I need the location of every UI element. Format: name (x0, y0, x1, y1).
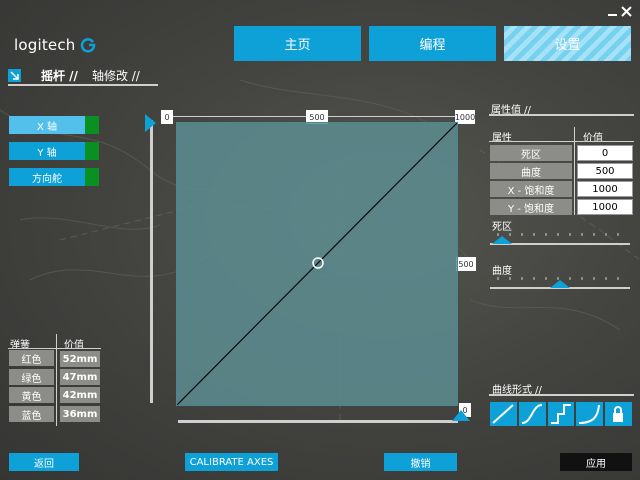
axis-x-label: X 轴 (36, 121, 58, 133)
spring-value: 42mm (60, 387, 100, 403)
back-button[interactable]: 返回 (9, 453, 79, 471)
horizontal-slider-track[interactable] (178, 420, 458, 423)
spring-name: 红色 (9, 350, 54, 366)
tab-settings-label: 设置 (554, 38, 581, 53)
logitech-logo: logitech (14, 36, 96, 54)
logo-text: logitech (14, 36, 76, 54)
calibrate-axes-label: CALIBRATE AXES (189, 456, 274, 468)
back-button-label: 返回 (34, 458, 54, 470)
curve-shape-underline (489, 394, 634, 396)
prop-name: 死区 (490, 145, 572, 161)
prop-name: 曲度 (490, 163, 572, 179)
curve-slider-thumb[interactable] (550, 280, 570, 288)
props-header-underline (489, 141, 634, 142)
spring-row: 绿色 (9, 369, 54, 385)
spring-name: 绿色 (9, 369, 54, 385)
tab-home[interactable]: 主页 (234, 26, 361, 61)
horizontal-slider-marker-icon[interactable] (452, 410, 470, 425)
tab-program-label: 编程 (419, 38, 446, 53)
curve-linear-button[interactable] (490, 402, 517, 426)
axis-rudder-indicator (85, 168, 99, 186)
logitech-g-icon (80, 38, 95, 53)
axis-rudder-label: 方向舵 (32, 173, 62, 185)
deadzone-slider[interactable] (490, 230, 630, 250)
axis-rudder-button[interactable]: 方向舵 (9, 168, 99, 186)
spring-value: 47mm (60, 369, 100, 385)
back-arrow-icon[interactable] (8, 69, 21, 82)
axis-y-label: Y 轴 (37, 147, 57, 159)
undo-button-label: 撤销 (410, 458, 431, 470)
breadcrumb-joystick[interactable]: 摇杆 // (41, 67, 78, 84)
spring-name: 黄色 (9, 387, 54, 403)
vertical-slider-marker-icon[interactable] (145, 114, 157, 135)
apply-button-label: 应用 (586, 458, 606, 470)
springs-divider (56, 334, 57, 426)
spring-value: 36mm (60, 406, 100, 422)
prop-y-saturation-input[interactable]: 1000 (577, 199, 633, 215)
curve-slider[interactable] (490, 274, 630, 294)
spring-row: 黄色 (9, 387, 54, 403)
spring-row: 蓝色 (9, 406, 54, 422)
apply-button[interactable]: 应用 (560, 453, 632, 471)
spring-name: 蓝色 (9, 406, 54, 422)
graph-tick-top-left: 0 (161, 110, 173, 124)
graph-tick-top-right: 1000 (455, 110, 475, 124)
breadcrumb-underline (8, 84, 158, 86)
breadcrumb: 摇杆 // 轴修改 // (8, 67, 140, 84)
curve-exp-button[interactable] (576, 402, 604, 426)
breadcrumb-axis-modify[interactable]: 轴修改 // (92, 67, 140, 84)
axis-x-button[interactable]: X 轴 (9, 116, 99, 134)
axis-x-indicator (85, 116, 99, 134)
calibrate-axes-button[interactable]: CALIBRATE AXES (185, 453, 278, 471)
springs-header-underline (8, 348, 101, 349)
axis-y-button[interactable]: Y 轴 (9, 142, 99, 160)
curve-step-button[interactable] (547, 402, 575, 426)
undo-button[interactable]: 撤销 (384, 453, 457, 471)
vertical-slider-track[interactable] (150, 120, 153, 403)
deadzone-slider-svg (490, 233, 630, 245)
prop-name: Y - 饱和度 (490, 199, 572, 215)
prop-name: X - 饱和度 (490, 181, 572, 197)
curve-line (176, 122, 458, 406)
props-divider (574, 127, 575, 215)
prop-deadzone-input[interactable]: 0 (577, 145, 633, 161)
curve-s-button[interactable] (518, 402, 546, 426)
props-title-underline (489, 114, 634, 116)
deadzone-slider-thumb[interactable] (492, 236, 512, 244)
prop-x-saturation-input[interactable]: 1000 (577, 181, 633, 197)
curve-lock-button[interactable] (605, 402, 632, 426)
response-curve-svg (176, 122, 458, 406)
curve-slider-svg (490, 277, 630, 289)
tab-settings[interactable]: 设置 (504, 26, 631, 61)
graph-tick-right-mid: 500 (456, 257, 476, 271)
axis-y-indicator (85, 142, 99, 160)
response-curve-graph[interactable] (176, 122, 458, 406)
spring-row: 红色 (9, 350, 54, 366)
tab-program[interactable]: 编程 (369, 26, 496, 61)
spring-value: 52mm (60, 351, 100, 367)
minimize-icon[interactable] (607, 6, 618, 17)
close-icon[interactable] (621, 6, 632, 17)
prop-curve-input[interactable]: 500 (577, 163, 633, 179)
curve-shape-selector[interactable] (490, 402, 632, 426)
tab-home-label: 主页 (284, 38, 311, 53)
